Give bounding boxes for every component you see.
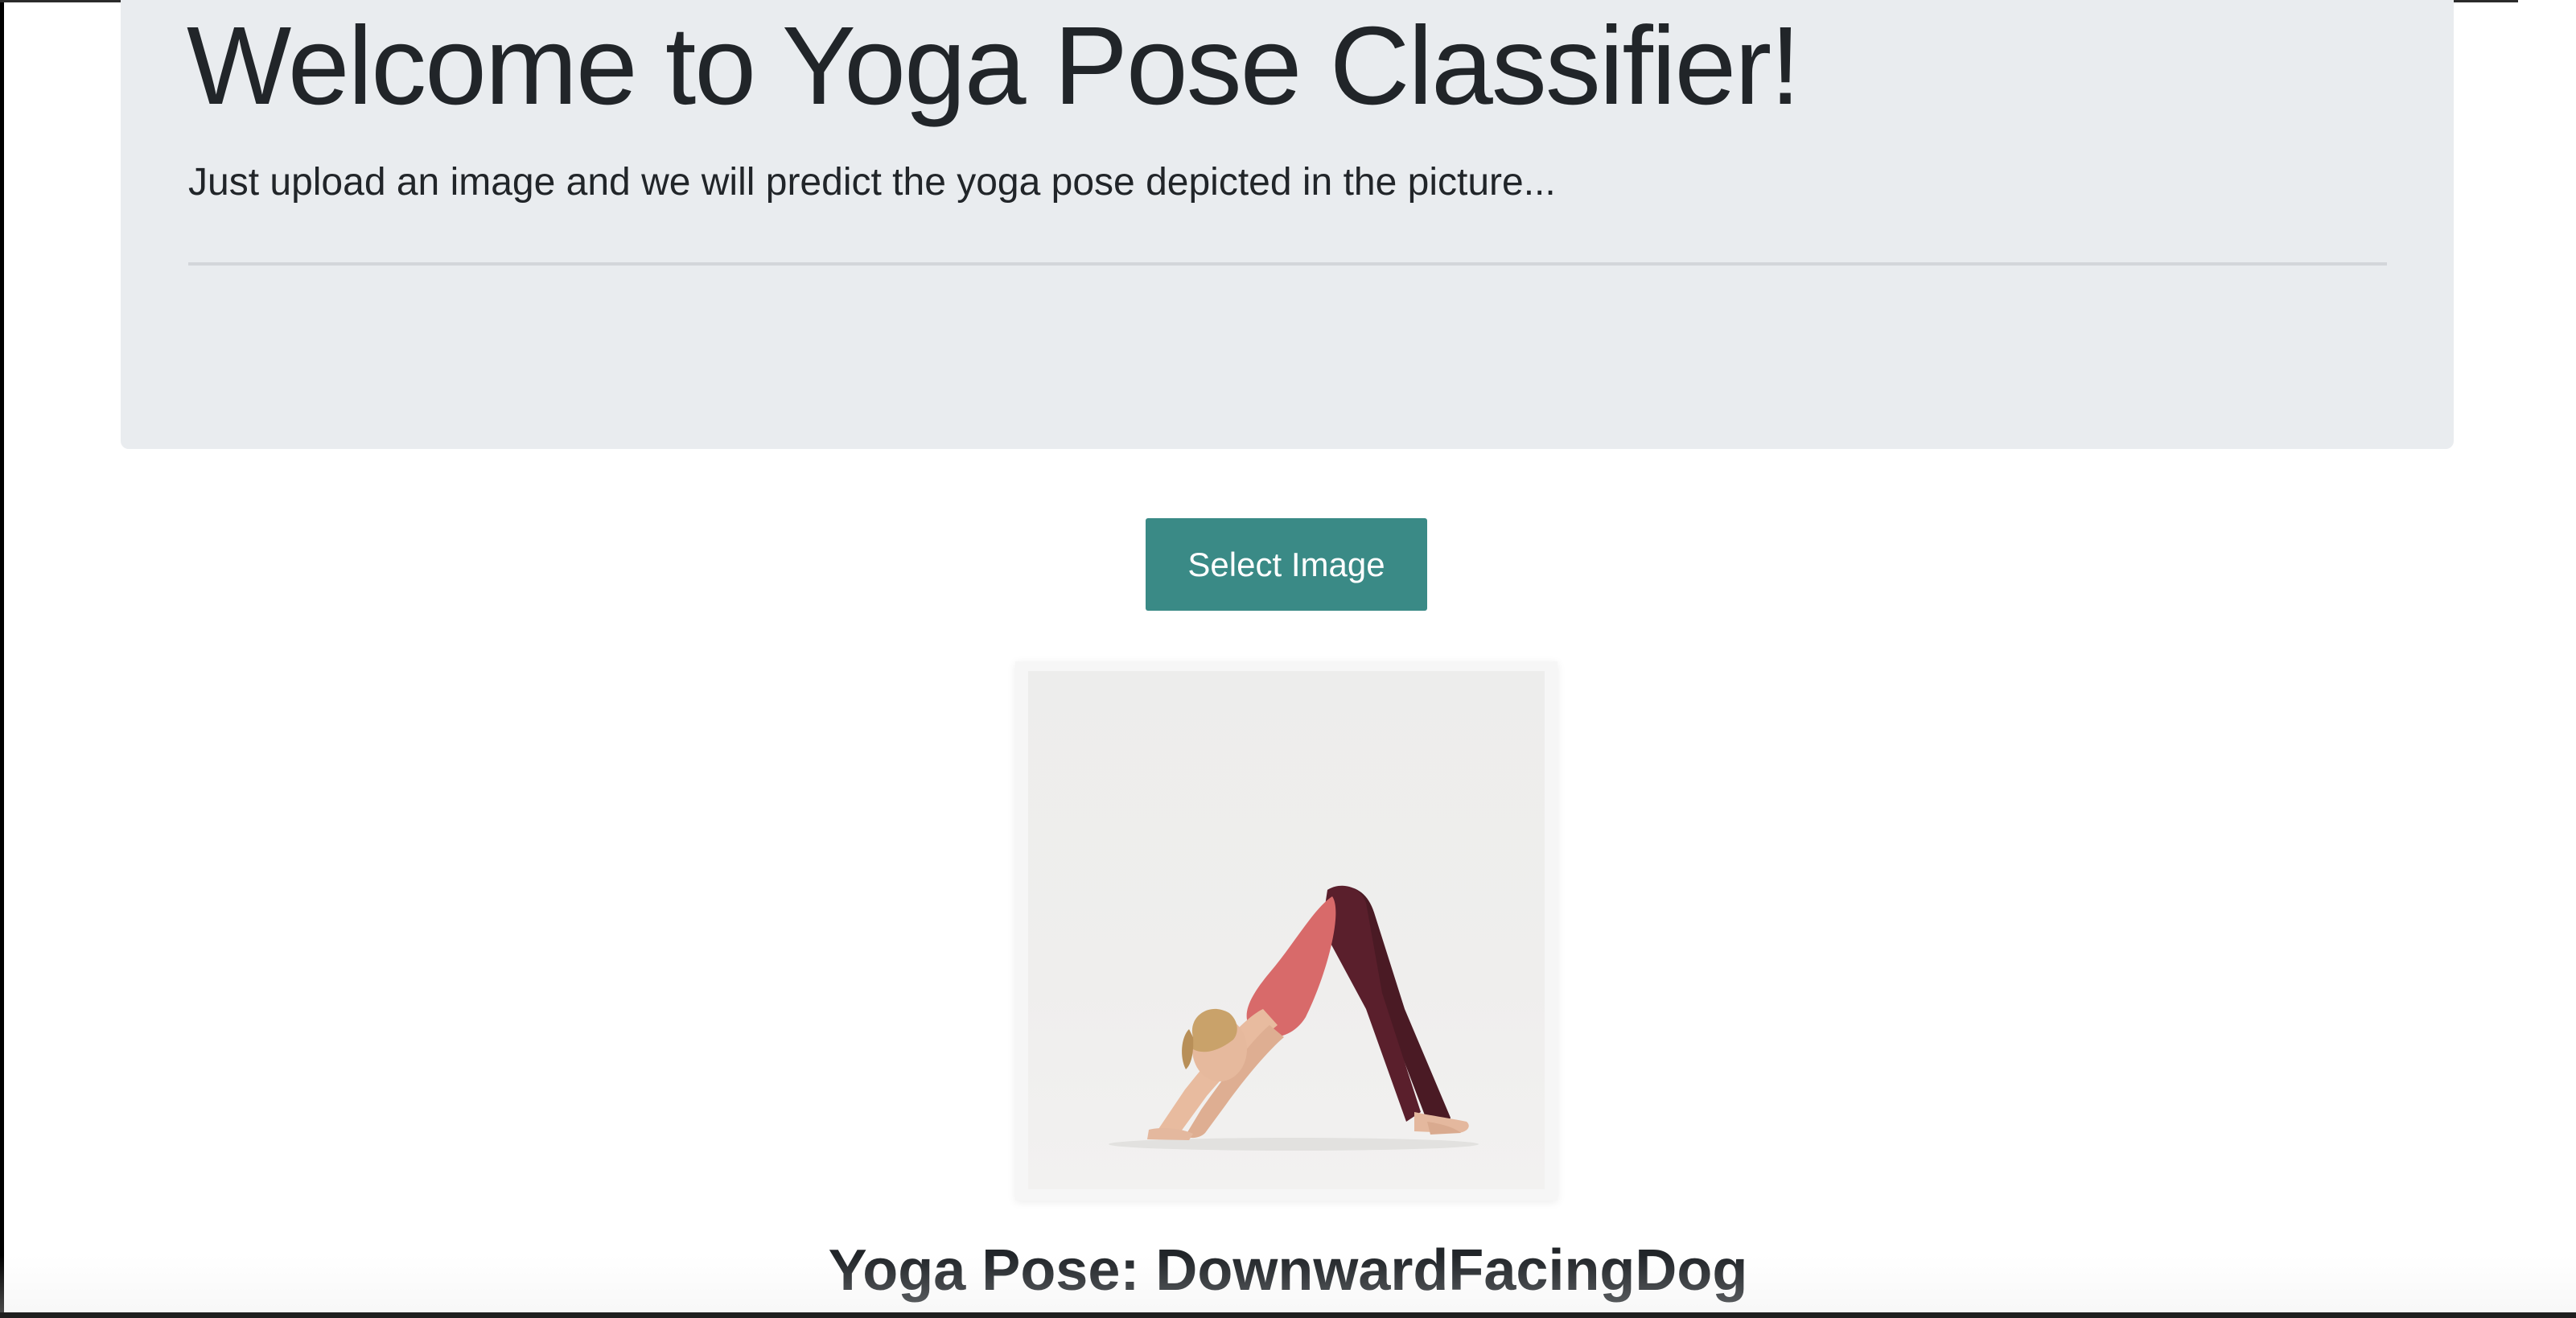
uploaded-image-thumbnail [1015,661,1558,1201]
jumbotron-divider [188,262,2387,266]
select-image-button[interactable]: Select Image [1146,518,1427,611]
page-lead-text: Just upload an image and we will predict… [188,161,1556,204]
prediction-result: Yoga Pose: DownwardFacingDog [828,1238,1748,1303]
window-bottom-edge [0,1312,2576,1318]
yoga-pose-photo [1028,671,1545,1189]
yoga-pose-illustration [1109,885,1479,1151]
window-left-edge [0,0,4,1318]
welcome-jumbotron: Welcome to Yoga Pose Classifier! Just up… [121,0,2454,449]
page-title: Welcome to Yoga Pose Classifier! [187,4,1801,128]
